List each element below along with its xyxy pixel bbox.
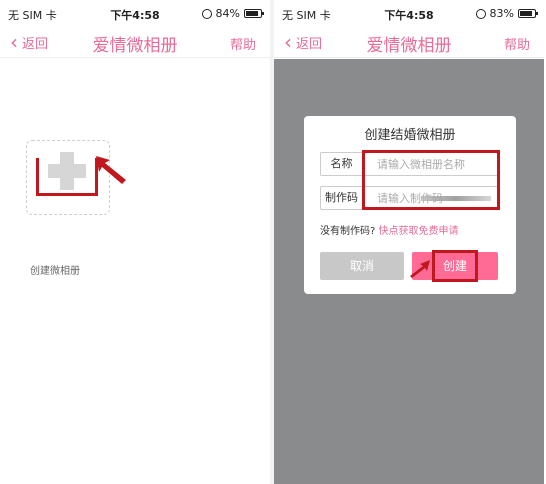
highlight-inputs-frame — [362, 150, 500, 210]
nav-bar: ‹ 返回 爱情微相册 帮助 — [274, 28, 544, 58]
status-bar: 无 SIM 卡 下午4:58 83% — [274, 0, 544, 28]
status-bar: 无 SIM 卡 下午4:58 84% — [0, 0, 270, 28]
help-button[interactable]: 帮助 — [504, 34, 530, 53]
battery-percent: 83% — [489, 7, 514, 20]
battery-group: 83% — [475, 7, 538, 20]
battery-percent: 84% — [215, 7, 240, 20]
annotation-arrow-icon — [96, 156, 126, 184]
name-label: 名称 — [321, 153, 363, 175]
highlight-create-frame — [432, 250, 478, 282]
help-button[interactable]: 帮助 — [230, 34, 256, 53]
code-label: 制作码 — [321, 187, 363, 209]
create-album-label: 创建微相册 — [30, 266, 80, 277]
screenshot-stage: 无 SIM 卡 下午4:58 84% ‹ 返回 爱情微相册 帮助 创建微相册 无… — [0, 0, 546, 484]
rotation-lock-icon — [475, 8, 486, 19]
highlight-frame — [36, 158, 98, 196]
nav-bar: ‹ 返回 爱情微相册 帮助 — [0, 28, 270, 58]
phone-screen-right: 无 SIM 卡 下午4:58 83% ‹ 返回 爱情微相册 帮助 创建结婚微相册… — [274, 0, 544, 484]
rotation-lock-icon — [201, 8, 212, 19]
no-code-text: 没有制作码? — [320, 226, 376, 237]
cancel-button[interactable]: 取消 — [320, 252, 404, 280]
annotation-arrow-icon — [410, 260, 430, 278]
dialog-title: 创建结婚微相册 — [364, 128, 456, 143]
phone-screen-left: 无 SIM 卡 下午4:58 84% ‹ 返回 爱情微相册 帮助 创建微相册 — [0, 0, 270, 484]
battery-icon — [518, 9, 538, 18]
battery-icon — [244, 9, 264, 18]
battery-group: 84% — [201, 7, 264, 20]
no-code-hint: 没有制作码? 快点获取免费申请 — [320, 222, 459, 237]
get-code-link[interactable]: 快点获取免费申请 — [379, 226, 459, 237]
